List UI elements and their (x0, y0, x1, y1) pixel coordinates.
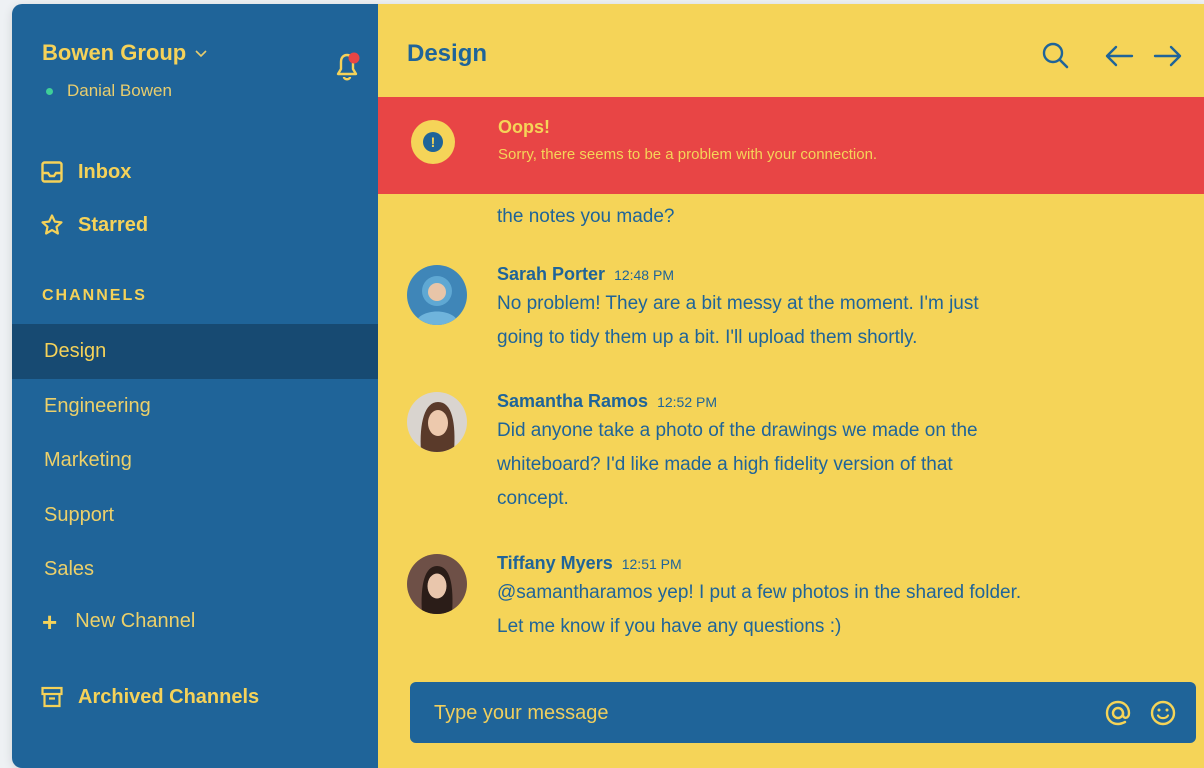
emoji-icon[interactable] (1148, 698, 1178, 728)
message-line: Let me know if you have any questions :) (497, 616, 842, 637)
nav-inbox-label: Inbox (78, 160, 132, 183)
avatar[interactable] (407, 554, 467, 614)
new-channel-button[interactable]: + New Channel (42, 606, 196, 637)
arrow-left-icon[interactable] (1102, 40, 1136, 72)
nav-starred-label: Starred (78, 213, 149, 236)
archived-channels-label: Archived Channels (78, 685, 260, 708)
search-icon[interactable] (1039, 40, 1073, 72)
message-line: Did anyone take a photo of the drawings … (497, 420, 978, 441)
message-input[interactable] (432, 696, 1076, 730)
channel-item-support[interactable]: Support (12, 488, 378, 543)
channel-list: Design Engineering Marketing Support Sal… (12, 324, 378, 597)
message-line: whiteboard? I'd like made a high fidelit… (497, 454, 953, 475)
channel-item-marketing[interactable]: Marketing (12, 433, 378, 488)
star-icon (41, 214, 63, 235)
alert-icon: ! (411, 120, 455, 164)
channel-item-sales[interactable]: Sales (12, 542, 378, 597)
archived-channels-link[interactable]: Archived Channels (40, 685, 259, 709)
sidebar: Bowen Group Danial Bowen Inbox Starred C… (12, 4, 378, 768)
message-composer (410, 682, 1196, 743)
message-line: concept. (497, 488, 569, 509)
new-channel-label: New Channel (75, 610, 196, 632)
chat-app: Bowen Group Danial Bowen Inbox Starred C… (12, 4, 1204, 768)
message-line: @samantharamos yep! I put a few photos i… (497, 582, 1022, 603)
message-author[interactable]: Samantha Ramos (497, 391, 648, 411)
user-name: Danial Bowen (67, 81, 172, 100)
avatar[interactable] (407, 392, 467, 452)
channels-heading: CHANNELS (42, 287, 147, 304)
message-author[interactable]: Sarah Porter (497, 264, 605, 284)
message-line: going to tidy them up a bit. I'll upload… (497, 327, 918, 348)
at-icon[interactable] (1103, 698, 1133, 728)
workspace-name: Bowen Group (42, 40, 187, 65)
message-line: No problem! They are a bit messy at the … (497, 293, 979, 314)
current-user: Danial Bowen (46, 81, 172, 101)
archive-box-icon (41, 686, 63, 708)
message-time: 12:51 PM (621, 556, 682, 572)
message-author[interactable]: Tiffany Myers (497, 553, 613, 573)
message-time: 12:52 PM (657, 394, 718, 410)
arrow-right-icon[interactable] (1152, 40, 1186, 72)
workspace-switcher[interactable]: Bowen Group (42, 40, 208, 66)
connection-error-banner: ! Oops! Sorry, there seems to be a probl… (378, 97, 1204, 194)
message-time: 12:48 PM (614, 267, 674, 283)
avatar[interactable] (407, 265, 467, 325)
nav-inbox[interactable]: Inbox (40, 160, 131, 184)
nav-starred[interactable]: Starred (40, 213, 148, 237)
chevron-down-icon (195, 50, 207, 58)
channel-item-engineering[interactable]: Engineering (12, 379, 378, 434)
alert-title: Oops! (498, 117, 550, 137)
channel-view: Design ! Oops! Sorry, there seems to be … (378, 4, 1204, 768)
inbox-icon (41, 161, 63, 183)
message-fragment: the notes you made? (497, 206, 675, 227)
plus-icon: + (42, 606, 58, 637)
channel-item-design[interactable]: Design (12, 324, 378, 379)
online-status-dot (46, 87, 53, 95)
channel-title: Design (407, 40, 488, 67)
alert-message: Sorry, there seems to be a problem with … (498, 146, 878, 163)
notification-bell-icon[interactable] (330, 48, 364, 84)
